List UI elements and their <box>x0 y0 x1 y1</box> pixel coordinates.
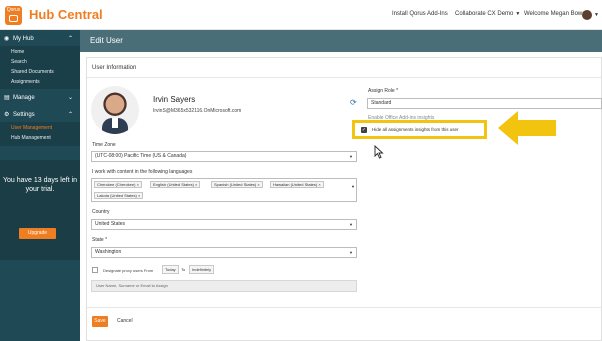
caret-down-icon: ▼ <box>349 222 353 227</box>
photo-shirt <box>112 118 118 128</box>
arrow-left-icon <box>498 111 556 145</box>
welcome-user[interactable]: Welcome Megan Bowen <box>524 11 589 17</box>
caret-down-icon[interactable]: ▼ <box>351 184 355 189</box>
country-select[interactable]: United States ▼ <box>91 219 357 230</box>
refresh-icon[interactable]: ⟳ <box>350 98 357 107</box>
language-tag[interactable]: Lakota (United States) × <box>94 192 144 199</box>
user-email: IrvinS@M365x532116.OnMicrosoft.com <box>153 108 242 114</box>
country-value: United States <box>95 221 126 227</box>
state-select[interactable]: Washington ▼ <box>91 247 357 258</box>
tag-label: Hawaiian (United States) <box>273 182 318 187</box>
highlight-box: ✓ Hide all assignments insights from thi… <box>352 120 487 139</box>
close-icon[interactable]: × <box>138 193 140 198</box>
sidebar-item-label: Settings <box>13 112 35 118</box>
sidebar-item-my-hub[interactable]: ◉ My Hub ⌃ <box>0 32 80 46</box>
assign-role-select[interactable]: Standard <box>367 98 602 109</box>
logo-mark-icon <box>9 15 18 22</box>
sidebar-item-manage[interactable]: ▤ Manage ⌄ <box>0 91 80 105</box>
hide-insights-checkbox[interactable]: ✓ <box>361 127 367 133</box>
qorus-logo[interactable]: Qorus <box>5 6 22 25</box>
tag-label: Cherokee (Cherokee) <box>97 182 136 187</box>
page-title: Edit User <box>80 30 602 52</box>
proxy-to-label: To <box>181 267 186 272</box>
proxy-user-search-input[interactable]: User Name, Surname or Email to Assign <box>91 280 357 292</box>
save-button[interactable]: Save <box>92 316 108 327</box>
hide-insights-label: Hide all assignments insights from this … <box>372 127 459 132</box>
app-root: Qorus Hub Central Install Qorus Add-Ins … <box>0 0 602 341</box>
section-title: User Information <box>92 65 137 71</box>
assign-role-label: Assign Role * <box>368 88 399 94</box>
time-zone-value: (UTC-08:00) Pacific Time (US & Canada) <box>95 153 187 159</box>
divider <box>87 307 602 308</box>
divider <box>87 77 602 78</box>
assign-role-value: Standard <box>371 100 392 106</box>
language-tag[interactable]: Cherokee (Cherokee) × <box>94 181 142 188</box>
chevron-up-icon: ⌃ <box>67 36 73 42</box>
sidebar-item-search[interactable]: Search <box>0 59 80 65</box>
proxy-users-label: Designate proxy users From <box>103 268 154 273</box>
trial-panel <box>0 160 80 260</box>
cancel-button[interactable]: Cancel <box>114 316 136 327</box>
close-icon[interactable]: × <box>318 182 320 187</box>
chevron-down-icon: ⌄ <box>67 95 73 101</box>
gear-icon: ⚙ <box>4 112 10 118</box>
tag-label: Lakota (United States) <box>97 193 137 198</box>
tag-label: English (United States) <box>153 182 194 187</box>
sidebar-item-home[interactable]: Home <box>0 49 80 55</box>
user-photo <box>91 86 139 134</box>
avatar[interactable] <box>582 10 592 20</box>
sidebar-item-user-management[interactable]: User Management <box>0 125 80 131</box>
sidebar-item-settings[interactable]: ⚙ Settings ⌃ <box>0 108 80 122</box>
close-icon[interactable]: × <box>195 182 197 187</box>
languages-label: I work with content in the following lan… <box>92 169 193 175</box>
sidebar: ◉ My Hub ⌃ Home Search Shared Documents … <box>0 30 80 341</box>
top-bar: Qorus Hub Central Install Qorus Add-Ins … <box>0 0 602 30</box>
tenant-menu-label: Collaborate CX Demo <box>455 11 514 17</box>
sidebar-item-assignments[interactable]: Assignments <box>0 79 80 85</box>
time-zone-label: Time Zone <box>92 142 116 148</box>
tag-label: Spanish (United States) <box>214 182 257 187</box>
trial-message: You have 13 days left in your trial. <box>2 177 78 193</box>
logo-text: Qorus <box>6 7 21 13</box>
close-icon[interactable]: × <box>257 182 259 187</box>
app-title: Hub Central <box>29 7 103 22</box>
chevron-up-icon: ⌃ <box>67 112 73 118</box>
caret-down-icon: ▼ <box>349 154 353 159</box>
proxy-to-field[interactable]: Indefinitely <box>189 265 215 274</box>
sidebar-item-label: My Hub <box>13 36 34 42</box>
user-name: Irvin Sayers <box>153 95 196 104</box>
state-label: State * <box>92 237 108 243</box>
country-label: Country <box>92 209 110 215</box>
caret-down-icon: ▼ <box>349 250 353 255</box>
chevron-down-icon: ▼ <box>515 11 521 17</box>
language-tag[interactable]: Hawaiian (United States) × <box>270 181 324 188</box>
language-tag[interactable]: English (United States) × <box>150 181 201 188</box>
sidebar-item-hub-management[interactable]: Hub Management <box>0 135 80 141</box>
sidebar-item-label: Manage <box>13 95 35 101</box>
tenant-menu[interactable]: Collaborate CX Demo ▼ <box>455 11 520 17</box>
sidebar-item-shared-documents[interactable]: Shared Documents <box>0 69 80 75</box>
dashboard-icon: ◉ <box>4 36 10 42</box>
close-icon[interactable]: × <box>137 182 139 187</box>
install-addins-link[interactable]: Install Qorus Add-Ins <box>392 11 448 17</box>
state-value: Washington <box>95 249 122 255</box>
chevron-down-icon[interactable]: ▼ <box>594 12 599 18</box>
proxy-users-checkbox[interactable] <box>92 267 98 273</box>
proxy-from-field[interactable]: Today <box>162 265 179 274</box>
time-zone-select[interactable]: (UTC-08:00) Pacific Time (US & Canada) ▼ <box>91 151 357 162</box>
document-icon: ▤ <box>4 95 10 101</box>
upgrade-button[interactable]: Upgrade <box>19 228 56 239</box>
mouse-pointer-icon <box>374 145 384 159</box>
language-tag[interactable]: Spanish (United States) × <box>211 181 263 188</box>
